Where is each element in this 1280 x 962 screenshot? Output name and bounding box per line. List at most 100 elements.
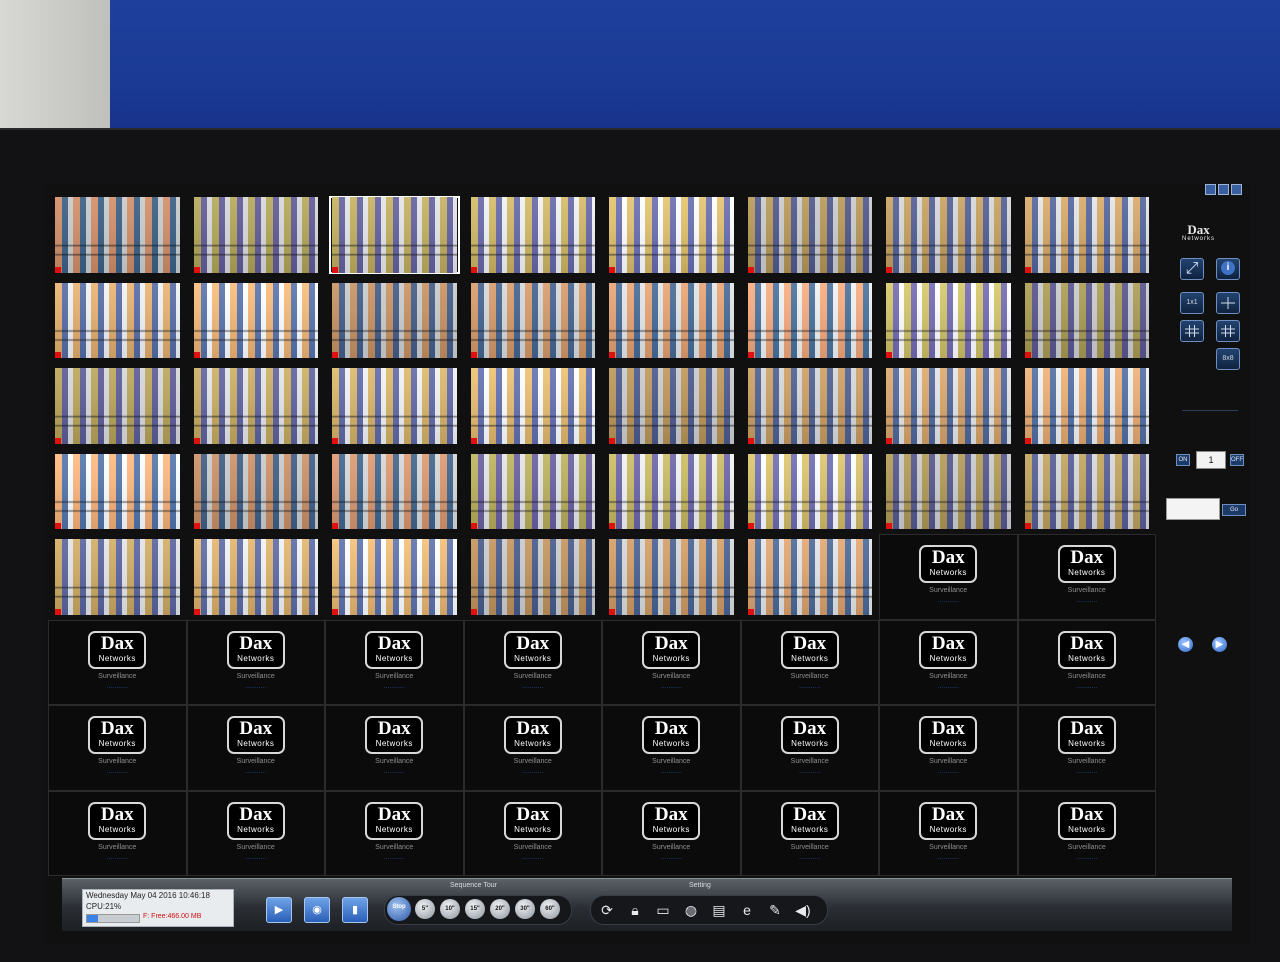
off-button[interactable]: OFF <box>1230 454 1244 466</box>
on-button[interactable]: ON <box>1176 454 1190 466</box>
camera-input[interactable] <box>1166 498 1220 520</box>
camera-tile[interactable] <box>602 534 741 620</box>
empty-camera-slot[interactable]: Dax Networks Surveillance........... <box>879 790 1018 876</box>
empty-camera-slot[interactable]: Dax Networks Surveillance........... <box>1017 534 1156 620</box>
empty-camera-slot[interactable]: Dax Networks Surveillance........... <box>463 790 602 876</box>
prev-page-icon[interactable]: ◀ <box>1178 637 1193 652</box>
camera-tile[interactable] <box>740 448 879 534</box>
camera-tile[interactable] <box>740 363 879 449</box>
layout-1x1-button[interactable]: 1x1 <box>1180 292 1204 314</box>
tour-stop-button[interactable]: Stop <box>387 897 411 921</box>
document-icon[interactable]: ▤ <box>709 900 729 920</box>
camera-tile[interactable] <box>1017 448 1156 534</box>
minimize-icon[interactable] <box>1218 184 1229 195</box>
tour-60-button[interactable]: 60" <box>540 899 560 919</box>
camera-tile[interactable] <box>48 534 187 620</box>
ie-icon[interactable]: e <box>737 900 757 920</box>
empty-camera-slot[interactable]: Dax Networks Surveillance........... <box>463 619 602 705</box>
camera-tile[interactable] <box>463 363 602 449</box>
info-button[interactable]: i <box>1216 258 1240 280</box>
tour-15-button[interactable]: 15" <box>465 899 485 919</box>
camera-tile[interactable] <box>879 277 1018 363</box>
page-spinner[interactable]: 1 <box>1196 451 1226 469</box>
camera-tile[interactable] <box>1017 277 1156 363</box>
empty-camera-slot[interactable]: Dax Networks Surveillance........... <box>879 534 1018 620</box>
camera-tile[interactable] <box>602 448 741 534</box>
empty-camera-slot[interactable]: Dax Networks Surveillance........... <box>1017 790 1156 876</box>
camera-tile[interactable] <box>740 534 879 620</box>
close-icon[interactable] <box>1231 184 1242 195</box>
globe-icon[interactable]: ◍ <box>681 900 701 920</box>
camera-tile[interactable] <box>325 534 464 620</box>
camera-tile[interactable] <box>463 192 602 278</box>
empty-camera-slot[interactable]: Dax Networks Surveillance........... <box>1017 705 1156 791</box>
empty-camera-slot[interactable]: Dax Networks Surveillance........... <box>602 705 741 791</box>
camera-tile[interactable] <box>186 534 325 620</box>
layout-2x2-button[interactable] <box>1216 292 1240 314</box>
next-page-icon[interactable]: ▶ <box>1212 637 1227 652</box>
empty-camera-slot[interactable]: Dax Networks Surveillance........... <box>325 619 464 705</box>
tools-icon[interactable]: ✎ <box>765 900 785 920</box>
camera-tile[interactable] <box>325 363 464 449</box>
camera-tile[interactable] <box>463 448 602 534</box>
fullscreen-button[interactable]: ⤢ <box>1180 258 1204 280</box>
snapshot-button[interactable]: ◉ <box>304 897 330 923</box>
camera-tile[interactable] <box>186 277 325 363</box>
tour-20-button[interactable]: 20" <box>490 899 510 919</box>
camera-tile[interactable] <box>463 534 602 620</box>
play-button[interactable]: ▶ <box>266 897 292 923</box>
empty-camera-slot[interactable]: Dax Networks Surveillance........... <box>879 619 1018 705</box>
camera-tile[interactable] <box>740 192 879 278</box>
refresh-icon[interactable]: ⟳ <box>597 900 617 920</box>
dax-logo-subtext: Networks <box>98 739 136 748</box>
camera-tile[interactable] <box>48 448 187 534</box>
empty-camera-slot[interactable]: Dax Networks Surveillance........... <box>48 619 187 705</box>
empty-camera-slot[interactable]: Dax Networks Surveillance........... <box>1017 619 1156 705</box>
empty-camera-slot[interactable]: Dax Networks Surveillance........... <box>48 705 187 791</box>
camera-tile[interactable] <box>325 277 464 363</box>
empty-camera-slot[interactable]: Dax Networks Surveillance........... <box>602 619 741 705</box>
empty-camera-slot[interactable]: Dax Networks Surveillance........... <box>186 705 325 791</box>
camera-tile[interactable] <box>740 277 879 363</box>
empty-camera-slot[interactable]: Dax Networks Surveillance........... <box>463 705 602 791</box>
empty-camera-slot[interactable]: Dax Networks Surveillance........... <box>325 790 464 876</box>
camera-tile[interactable] <box>48 363 187 449</box>
go-button[interactable]: Go <box>1222 504 1246 516</box>
empty-camera-slot[interactable]: Dax Networks Surveillance........... <box>48 790 187 876</box>
camera-tile[interactable] <box>186 192 325 278</box>
mic-button[interactable]: ▮ <box>342 897 368 923</box>
speaker-icon[interactable]: ◀) <box>793 900 813 920</box>
help-icon[interactable] <box>1205 184 1216 195</box>
tour-30-button[interactable]: 30" <box>515 899 535 919</box>
camera-tile[interactable] <box>879 192 1018 278</box>
empty-camera-slot[interactable]: Dax Networks Surveillance........... <box>186 790 325 876</box>
camera-tile[interactable] <box>602 277 741 363</box>
camera-tile[interactable] <box>463 277 602 363</box>
empty-camera-slot[interactable]: Dax Networks Surveillance........... <box>186 619 325 705</box>
camera-tile[interactable] <box>879 448 1018 534</box>
layout-8x8-button[interactable]: 8x8 <box>1216 348 1240 370</box>
camera-tile[interactable] <box>325 192 464 278</box>
camera-tile[interactable] <box>602 363 741 449</box>
camera-tile[interactable] <box>1017 192 1156 278</box>
camera-tile[interactable] <box>602 192 741 278</box>
empty-camera-slot[interactable]: Dax Networks Surveillance........... <box>602 790 741 876</box>
layout-3x3-button[interactable] <box>1180 320 1204 342</box>
camera-tile[interactable] <box>325 448 464 534</box>
folder-icon[interactable]: ▭ <box>653 900 673 920</box>
camera-tile[interactable] <box>186 363 325 449</box>
empty-camera-slot[interactable]: Dax Networks Surveillance........... <box>740 619 879 705</box>
camera-tile[interactable] <box>48 192 187 278</box>
tour-10-button[interactable]: 10" <box>440 899 460 919</box>
camera-tile[interactable] <box>48 277 187 363</box>
tour-5-button[interactable]: 5" <box>415 899 435 919</box>
empty-camera-slot[interactable]: Dax Networks Surveillance........... <box>879 705 1018 791</box>
camera-tile[interactable] <box>879 363 1018 449</box>
layout-4x4-button[interactable] <box>1216 320 1240 342</box>
empty-camera-slot[interactable]: Dax Networks Surveillance........... <box>740 790 879 876</box>
lock-icon[interactable]: 🔒︎ <box>625 900 645 920</box>
empty-camera-slot[interactable]: Dax Networks Surveillance........... <box>325 705 464 791</box>
camera-tile[interactable] <box>1017 363 1156 449</box>
empty-camera-slot[interactable]: Dax Networks Surveillance........... <box>740 705 879 791</box>
camera-tile[interactable] <box>186 448 325 534</box>
